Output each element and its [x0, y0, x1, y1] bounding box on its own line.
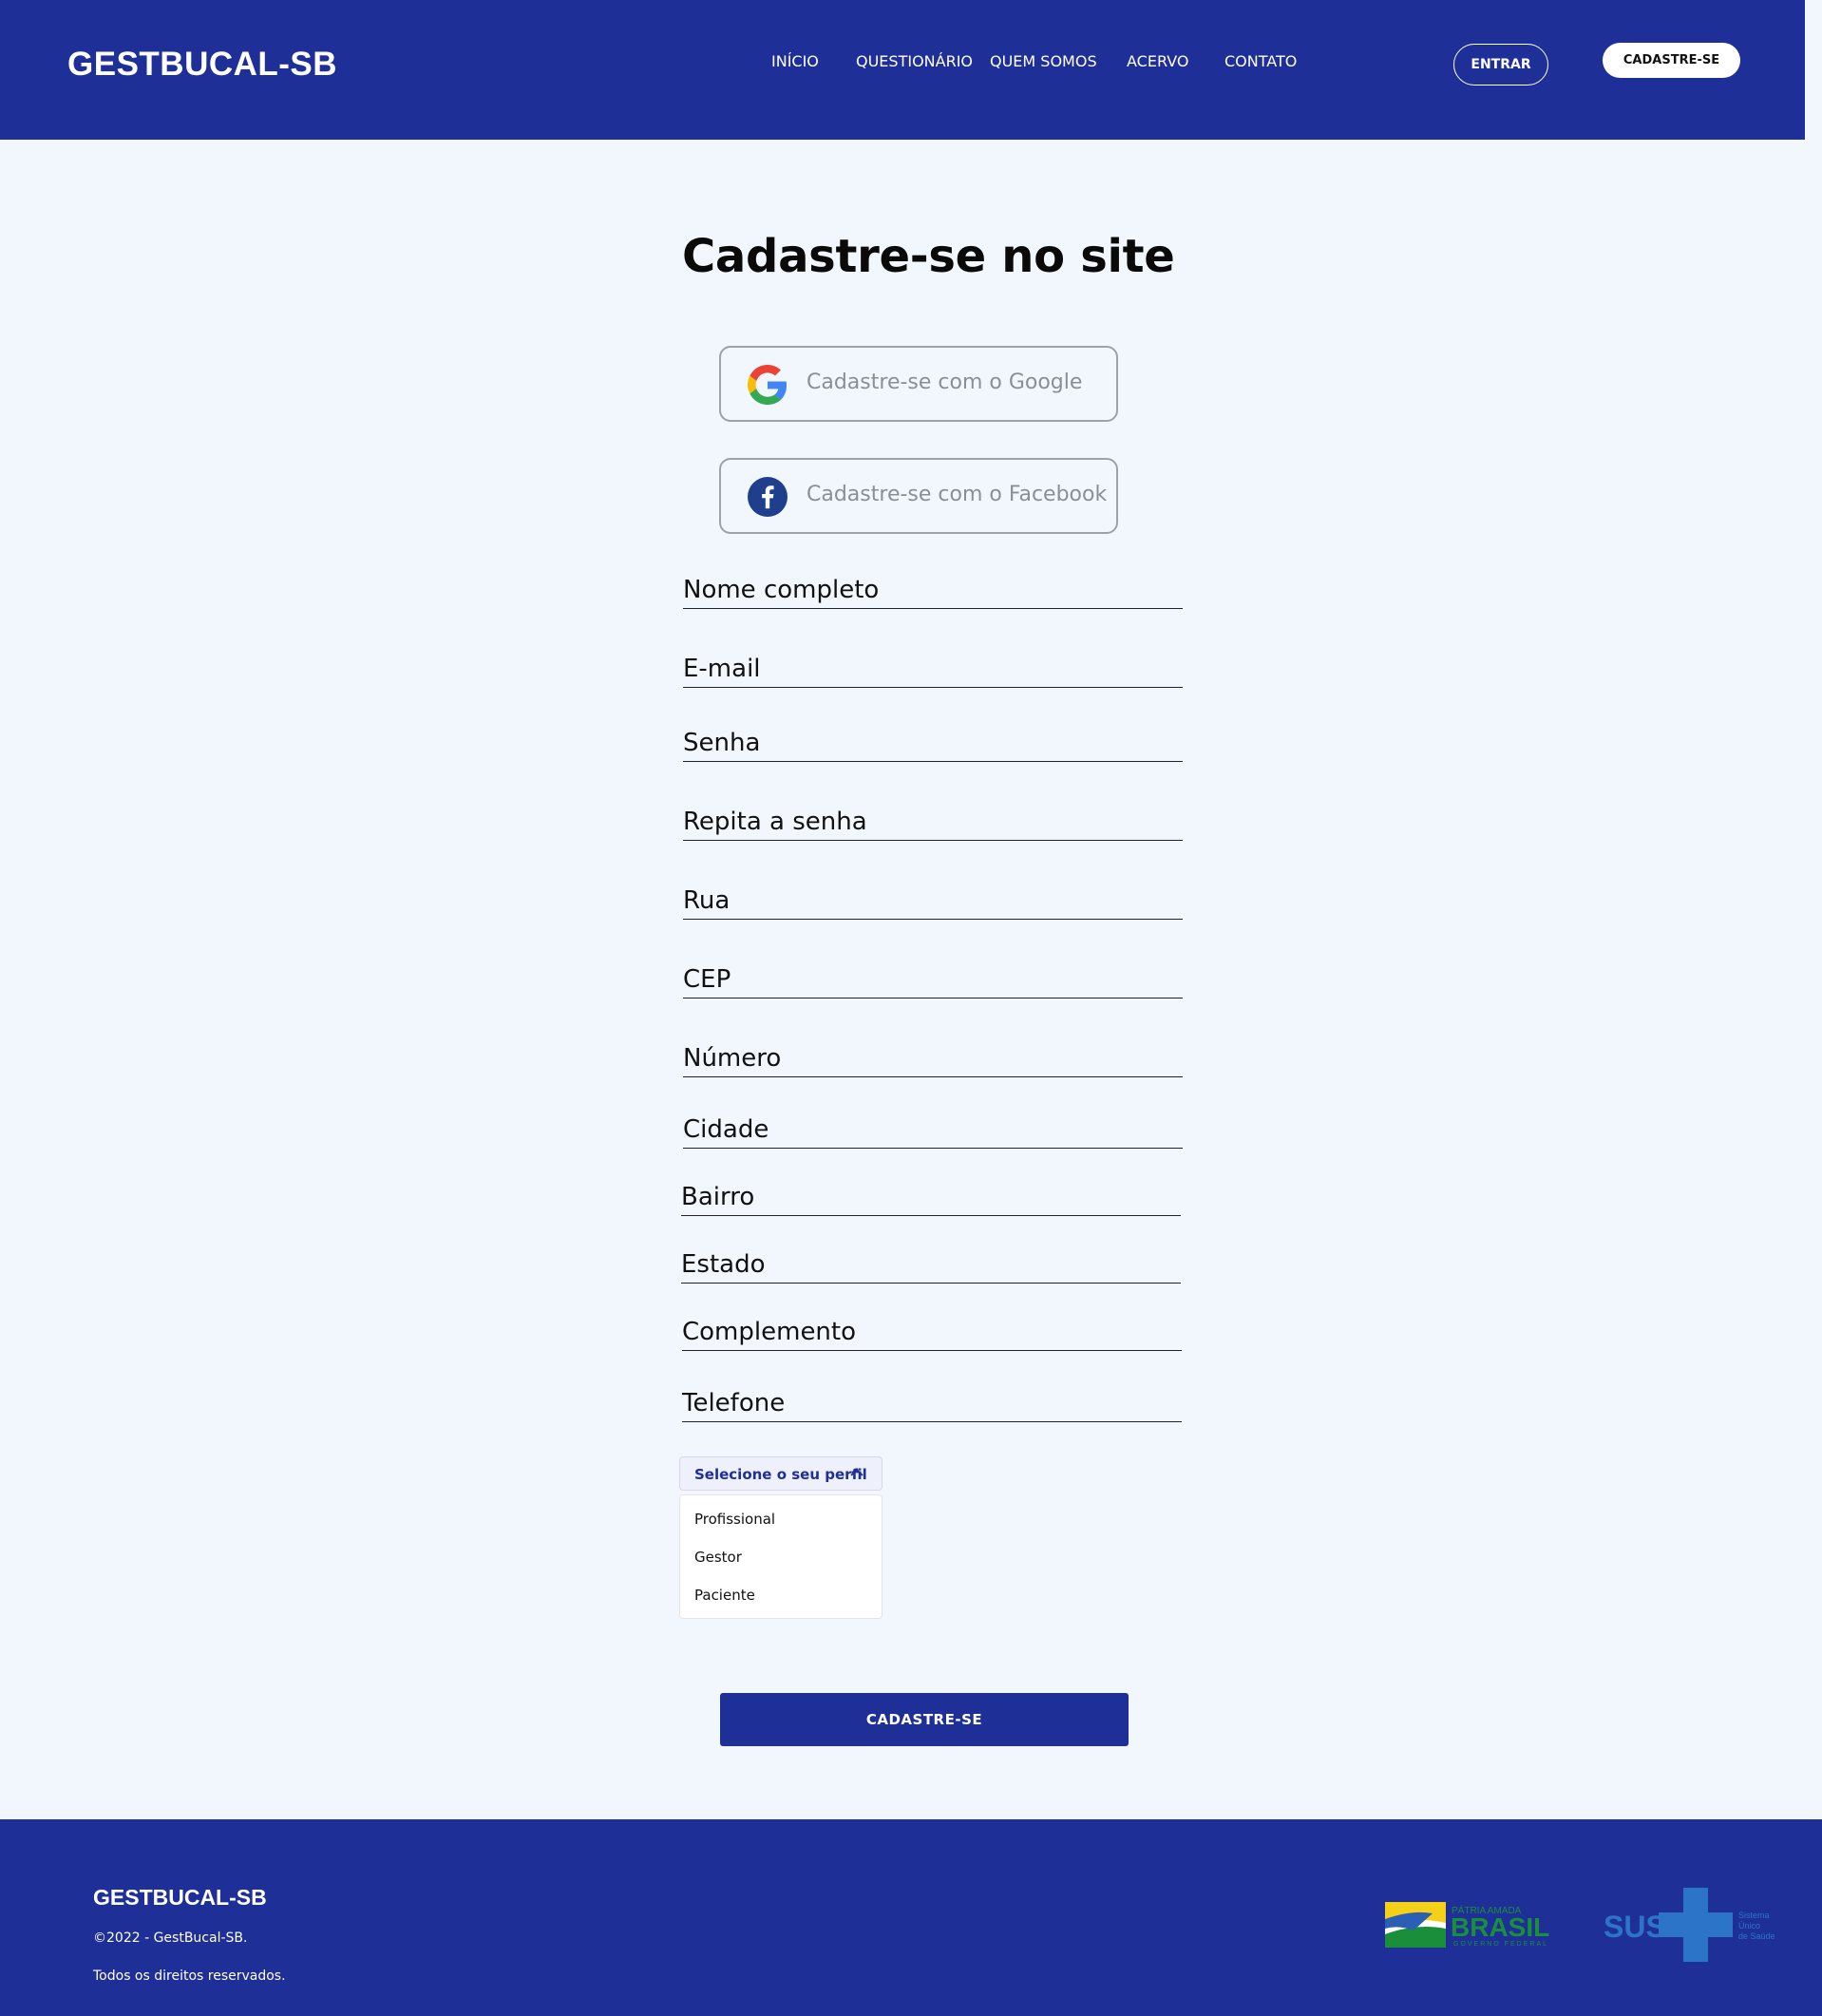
- city-label: Cidade: [683, 1115, 769, 1144]
- nav-inicio[interactable]: INÍCIO: [771, 52, 819, 70]
- google-icon: [748, 365, 788, 405]
- svg-text:de Saúde: de Saúde: [1738, 1931, 1775, 1941]
- footer-copyright: ©2022 - GestBucal-SB.: [93, 1930, 248, 1946]
- cep-label: CEP: [683, 965, 731, 994]
- site-logo[interactable]: GESTBUCAL-SB: [67, 46, 337, 84]
- nav-contato[interactable]: CONTATO: [1224, 52, 1297, 70]
- google-signup-button[interactable]: Cadastre-se com o Google: [719, 346, 1118, 422]
- chevron-up-icon: [850, 1468, 864, 1476]
- svg-text:SUS: SUS: [1604, 1910, 1666, 1944]
- facebook-signup-button[interactable]: Cadastre-se com o Facebook: [719, 458, 1118, 534]
- street-label: Rua: [683, 886, 731, 915]
- footer-logo: GESTBUCAL-SB: [93, 1885, 267, 1910]
- nav-questionario[interactable]: QUESTIONÁRIO: [856, 52, 973, 70]
- repeat-password-label: Repita a senha: [683, 808, 867, 836]
- option-profissional[interactable]: Profissional: [694, 1511, 775, 1528]
- profile-options-list: Profissional Gestor Paciente: [679, 1494, 883, 1619]
- profile-select[interactable]: Selecione o seu perfil: [679, 1456, 883, 1491]
- state-label: Estado: [681, 1250, 766, 1279]
- street-field[interactable]: Rua: [683, 881, 1183, 920]
- phone-label: Telefone: [682, 1389, 786, 1417]
- complement-label: Complemento: [682, 1318, 857, 1346]
- city-field[interactable]: Cidade: [683, 1110, 1183, 1149]
- email-label: E-mail: [683, 655, 761, 683]
- cep-field[interactable]: CEP: [683, 960, 1183, 998]
- svg-text:GOVERNO FEDERAL: GOVERNO FEDERAL: [1453, 1941, 1548, 1948]
- number-field[interactable]: Número: [683, 1038, 1183, 1077]
- site-header: GESTBUCAL-SB INÍCIO QUESTIONÁRIO QUEM SO…: [0, 0, 1805, 140]
- nav-acervo[interactable]: ACERVO: [1127, 52, 1188, 70]
- signup-header-button[interactable]: CADASTRE-SE: [1603, 43, 1740, 78]
- facebook-signup-label: Cadastre-se com o Facebook: [807, 483, 1108, 506]
- password-field[interactable]: Senha: [683, 723, 1183, 762]
- email-field[interactable]: E-mail: [683, 649, 1183, 688]
- neighborhood-label: Bairro: [681, 1183, 755, 1211]
- svg-text:Único: Único: [1738, 1921, 1760, 1930]
- repeat-password-field[interactable]: Repita a senha: [683, 802, 1183, 841]
- full-name-field[interactable]: Nome completo: [683, 570, 1183, 609]
- neighborhood-field[interactable]: Bairro: [681, 1177, 1181, 1216]
- submit-signup-button[interactable]: CADASTRE-SE: [720, 1693, 1129, 1746]
- profile-select-label: Selecione o seu perfil: [694, 1466, 867, 1483]
- sus-logo: SUS Sistema Único de Saúde: [1604, 1888, 1775, 1962]
- login-button[interactable]: ENTRAR: [1453, 44, 1548, 86]
- governo-federal-logo: PÁTRIA AMADA BRASIL GOVERNO FEDERAL: [1385, 1902, 1549, 1948]
- google-signup-label: Cadastre-se com o Google: [807, 371, 1083, 394]
- phone-field[interactable]: Telefone: [682, 1383, 1182, 1422]
- footer-rights: Todos os direitos reservados.: [93, 1968, 286, 1984]
- number-label: Número: [683, 1044, 782, 1073]
- site-footer: GESTBUCAL-SB ©2022 - GestBucal-SB. Todos…: [0, 1819, 1822, 2016]
- option-paciente[interactable]: Paciente: [694, 1587, 755, 1604]
- full-name-label: Nome completo: [683, 576, 880, 604]
- state-field[interactable]: Estado: [681, 1245, 1181, 1284]
- svg-text:Sistema: Sistema: [1738, 1911, 1770, 1920]
- svg-text:BRASIL: BRASIL: [1451, 1912, 1549, 1942]
- option-gestor[interactable]: Gestor: [694, 1549, 742, 1566]
- complement-field[interactable]: Complemento: [682, 1312, 1182, 1351]
- facebook-icon: [748, 477, 788, 517]
- page-title: Cadastre-se no site: [682, 230, 1175, 283]
- password-label: Senha: [683, 729, 761, 757]
- nav-quem-somos[interactable]: QUEM SOMOS: [990, 52, 1097, 70]
